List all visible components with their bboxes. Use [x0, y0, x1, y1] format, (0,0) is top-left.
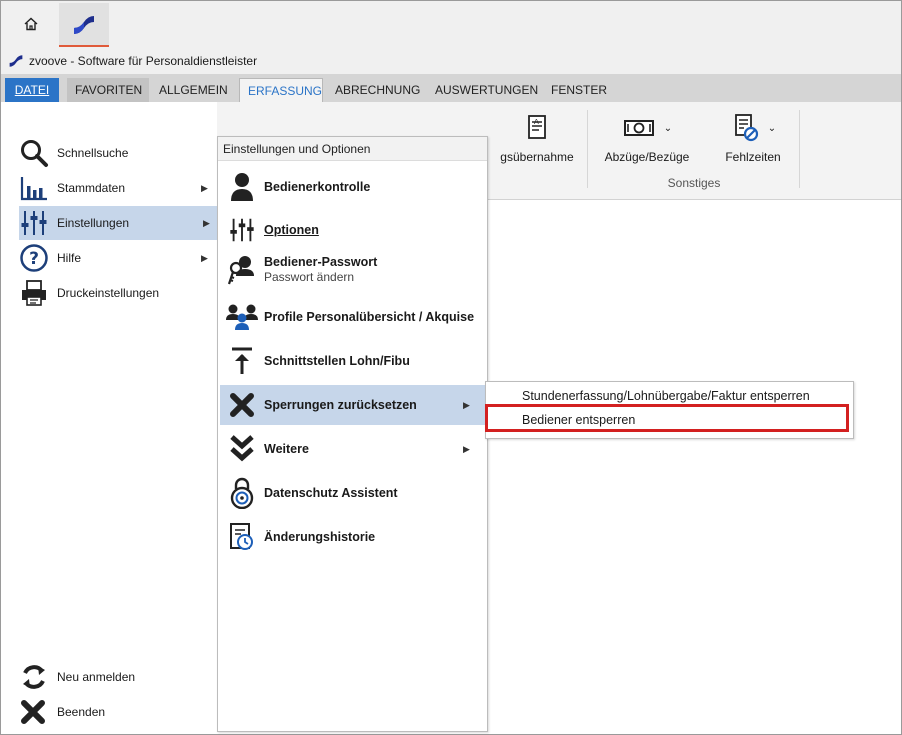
app-tab[interactable]	[59, 3, 109, 47]
backstage-item-label: Druckeinstellungen	[57, 286, 160, 300]
backstage-item-label: Schnellsuche	[57, 146, 129, 160]
tab-fenster[interactable]: FENSTER	[543, 78, 609, 102]
ribbon-abzuege-label: Abzüge/Bezüge	[604, 150, 690, 164]
printer-icon	[19, 279, 57, 307]
ribbon-separator-2	[799, 110, 800, 188]
double-chevron-icon	[220, 434, 264, 464]
backstage-item-beenden[interactable]: Beenden	[19, 695, 215, 729]
backstage-item-druckeinstellungen[interactable]: Druckeinstellungen	[19, 276, 215, 310]
sliders-icon	[19, 209, 57, 237]
arrow-right-icon: ▶	[203, 217, 210, 228]
backstage-item-einstellungen[interactable]: Einstellungen ▶	[19, 206, 217, 240]
history-icon	[220, 521, 264, 553]
group-icon	[220, 302, 264, 332]
backstage-item-schnellsuche[interactable]: Schnellsuche	[19, 136, 215, 170]
user-icon	[220, 171, 264, 203]
backstage-item-label: Stammdaten	[57, 181, 126, 195]
ribbon-abzuege-button[interactable]: ⌄ Abzüge/Bezüge	[593, 112, 701, 164]
ribbon-fehlzeiten-button[interactable]: ⌄ Fehlzeiten	[709, 112, 797, 164]
money-bill-icon	[623, 120, 654, 136]
ribbon-separator	[587, 110, 588, 188]
close-x-icon	[220, 391, 264, 419]
magnifier-icon	[19, 138, 57, 168]
submenu-item-label: Schnittstellen Lohn/Fibu	[264, 353, 410, 368]
submenu-item-bediener-passwort[interactable]: Bediener-Passwort Passwort ändern	[220, 251, 485, 289]
sliders-icon	[220, 216, 264, 244]
document-blocked-icon	[734, 114, 758, 142]
submenu-item-label: Datenschutz Assistent	[264, 485, 398, 500]
submenu-item-label: Bediener-Passwort	[264, 255, 378, 269]
close-x-icon	[19, 698, 57, 726]
submenu-item-aenderungshistorie[interactable]: Änderungshistorie	[220, 517, 485, 557]
arrow-right-icon: ▶	[201, 182, 208, 193]
ribbon-uebernahme-label: gsübernahme	[500, 150, 574, 164]
tab-favoriten[interactable]: FAVORITEN	[67, 78, 149, 102]
submenu-item-bedienerkontrolle[interactable]: Bedienerkontrolle	[220, 167, 485, 207]
submenu-item-label: Optionen	[264, 222, 319, 237]
backstage-item-label: Neu anmelden	[57, 670, 136, 684]
home-icon	[24, 17, 38, 31]
backstage-item-label: Hilfe	[57, 251, 82, 265]
backstage-item-hilfe[interactable]: ? Hilfe ▶	[19, 241, 215, 275]
app-title: zvoove - Software für Personaldienstleis…	[29, 54, 258, 68]
fehlzeiten-chevron-icon[interactable]: ⌄	[768, 123, 776, 134]
bar-chart-icon	[19, 175, 57, 201]
ribbon-tab-bar: DATEI FAVORITEN ALLGEMEIN ERFASSUNG ABRE…	[1, 74, 901, 102]
ribbon-group-label: Sonstiges	[667, 176, 721, 190]
arrow-right-icon: ▶	[463, 443, 470, 454]
submenu-item-label: Sperrungen zurücksetzen	[264, 397, 417, 412]
submenu-item-text: Bediener-Passwort Passwort ändern	[264, 255, 485, 285]
backstage-item-label: Beenden	[57, 705, 106, 719]
svg-text:?: ?	[29, 249, 39, 269]
zvoove-small-logo-icon	[9, 55, 23, 67]
submenu-item-label: Profile Personalübersicht / Akquise	[264, 309, 475, 324]
home-tab[interactable]	[9, 7, 53, 41]
ribbon-uebernahme-button[interactable]: A gsübernahme	[491, 112, 583, 164]
submenu-item-label: Änderungshistorie	[264, 529, 376, 544]
submenu-item-label: Bedienerkontrolle	[264, 179, 371, 194]
arrow-right-icon: ▶	[463, 399, 470, 410]
zvoove-logo-icon	[74, 16, 94, 34]
submenu-item-schnittstellen[interactable]: Schnittstellen Lohn/Fibu	[220, 341, 485, 381]
einstellungen-submenu: Einstellungen und Optionen Bedienerkontr…	[217, 136, 488, 732]
submenu-item-profile-personaluebersicht[interactable]: Profile Personalübersicht / Akquise	[220, 297, 485, 337]
abzuege-chevron-icon[interactable]: ⌄	[664, 123, 672, 134]
ribbon-fehlzeiten-label: Fehlzeiten	[725, 150, 781, 164]
submenu-item-label: Weitere	[264, 441, 309, 456]
submenu-item-sublabel: Passwort ändern	[264, 270, 355, 284]
tab-datei[interactable]: DATEI	[5, 78, 59, 102]
arrow-right-icon: ▶	[201, 252, 208, 263]
submenu-item-weitere[interactable]: Weitere ▶	[220, 429, 485, 469]
submenu-header: Einstellungen und Optionen	[218, 137, 487, 161]
refresh-icon	[19, 662, 57, 692]
top-tab-strip	[1, 1, 901, 48]
svg-text:A: A	[534, 118, 539, 126]
submenu-item-optionen[interactable]: Optionen	[220, 211, 485, 249]
upload-arrow-icon	[220, 346, 264, 376]
title-bar: zvoove - Software für Personaldienstleis…	[1, 47, 901, 74]
tab-auswertungen[interactable]: AUSWERTUNGEN	[427, 78, 539, 102]
backstage-item-neu-anmelden[interactable]: Neu anmelden	[19, 660, 215, 694]
backstage-menu: Schnellsuche Stammdaten ▶ Einstellungen …	[1, 102, 217, 734]
submenu-item-datenschutz-assistent[interactable]: Datenschutz Assistent	[220, 473, 485, 513]
tab-allgemein[interactable]: ALLGEMEIN	[151, 78, 231, 102]
highlight-annotation	[485, 404, 849, 432]
document-transfer-icon: A	[528, 115, 546, 139]
key-user-icon	[220, 254, 264, 286]
backstage-item-label: Einstellungen	[57, 216, 130, 230]
tab-abrechnung[interactable]: ABRECHNUNG	[327, 78, 421, 102]
submenu-item-sperrungen-zuruecksetzen[interactable]: Sperrungen zurücksetzen ▶	[220, 385, 485, 425]
backstage-item-stammdaten[interactable]: Stammdaten ▶	[19, 171, 215, 205]
privacy-lock-icon	[220, 477, 264, 509]
tab-erfassung[interactable]: ERFASSUNG	[239, 78, 323, 102]
help-icon: ?	[19, 243, 57, 273]
